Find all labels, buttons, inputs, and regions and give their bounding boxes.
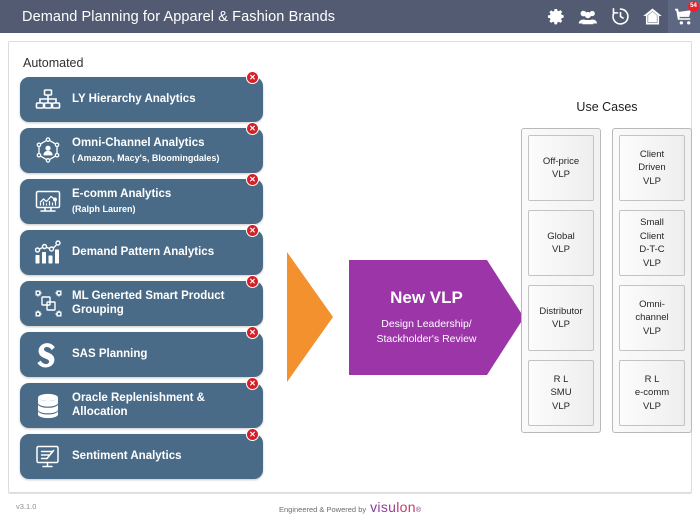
orange-flow-arrow xyxy=(287,252,333,382)
card-title: LY Hierarchy Analytics xyxy=(72,92,196,105)
use-case-box[interactable]: Distributor VLP xyxy=(528,285,594,351)
home-icon[interactable] xyxy=(636,0,668,33)
close-icon[interactable]: ✕ xyxy=(246,275,259,288)
use-cases-title: Use Cases xyxy=(576,100,638,114)
card-text: Sentiment Analytics xyxy=(67,450,190,464)
card-title: Omni-Channel Analytics xyxy=(72,137,205,150)
card-title: ML Generted Smart Product Grouping xyxy=(72,290,225,316)
card-sentiment-analytics[interactable]: Sentiment Analytics ✕ xyxy=(20,428,263,479)
card-title: Oracle Replenishment & Allocation xyxy=(72,392,205,418)
card-subtitle: ( Amazon, Macy's, Bloomingdales) xyxy=(72,152,220,163)
brand-credit: Engineered & Powered by visulon ® xyxy=(279,499,421,515)
use-cases-columns: Off-price VLP Global VLP Distributor VLP… xyxy=(521,128,693,433)
card-text: Demand Pattern Analytics xyxy=(67,246,222,260)
use-case-box[interactable]: Omni- channel VLP xyxy=(619,285,685,351)
cart-badge: 54 xyxy=(688,1,699,12)
app-footer: v3.1.0 Engineered & Powered by visulon ® xyxy=(8,493,692,519)
use-case-box[interactable]: Off-price VLP xyxy=(528,135,594,201)
card-title: SAS Planning xyxy=(72,347,148,360)
close-icon[interactable]: ✕ xyxy=(246,377,259,390)
version-label: v3.1.0 xyxy=(16,502,37,511)
chevron-shape xyxy=(349,260,524,375)
sas-logo-icon xyxy=(29,336,67,374)
header-icon-group: 54 xyxy=(540,0,700,33)
grouping-icon xyxy=(29,285,67,323)
card-subtitle: (Ralph Lauren) xyxy=(72,203,136,214)
omni-channel-icon xyxy=(29,132,67,170)
close-icon[interactable]: ✕ xyxy=(246,428,259,441)
card-oracle-replenishment-allocation[interactable]: Oracle Replenishment & Allocation ✕ xyxy=(20,377,263,428)
close-icon[interactable]: ✕ xyxy=(246,224,259,237)
close-icon[interactable]: ✕ xyxy=(246,326,259,339)
card-title: Demand Pattern Analytics xyxy=(72,245,215,258)
card-text: LY Hierarchy Analytics xyxy=(67,93,204,107)
cart-icon[interactable]: 54 xyxy=(668,0,700,33)
close-icon[interactable]: ✕ xyxy=(246,122,259,135)
gear-icon[interactable] xyxy=(540,0,572,33)
card-ly-hierarchy-analytics[interactable]: LY Hierarchy Analytics ✕ xyxy=(20,71,263,122)
card-text: SAS Planning xyxy=(67,348,155,362)
registered-mark: ® xyxy=(415,507,422,514)
use-case-box[interactable]: Client Driven VLP xyxy=(619,135,685,201)
card-demand-pattern-analytics[interactable]: Demand Pattern Analytics ✕ xyxy=(20,224,263,275)
new-vlp-chevron[interactable]: New VLP Design Leadership/ Stackholder's… xyxy=(349,260,524,375)
database-icon xyxy=(29,387,67,425)
use-case-column-1: Off-price VLP Global VLP Distributor VLP… xyxy=(521,128,601,433)
use-case-column-2: Client Driven VLP Small Client D-T-C VLP… xyxy=(612,128,692,433)
card-text: Oracle Replenishment & Allocation xyxy=(67,392,263,419)
card-omni-channel-analytics[interactable]: Omni-Channel Analytics ( Amazon, Macy's,… xyxy=(20,122,263,173)
content-panel: Automated LY Hierarchy Analytics ✕ Omni-… xyxy=(8,41,692,493)
use-case-box[interactable]: Global VLP xyxy=(528,210,594,276)
automated-section-label: Automated xyxy=(23,56,84,70)
page-title: Demand Planning for Apparel & Fashion Br… xyxy=(22,8,336,25)
card-text: ML Generted Smart Product Grouping xyxy=(67,290,263,317)
app-header: Demand Planning for Apparel & Fashion Br… xyxy=(0,0,700,33)
card-title: E-comm Analytics xyxy=(72,188,172,201)
card-title: Sentiment Analytics xyxy=(72,449,182,462)
use-case-box[interactable]: R L e-comm VLP xyxy=(619,360,685,426)
card-ecomm-analytics[interactable]: E-comm Analytics (Ralph Lauren) ✕ xyxy=(20,173,263,224)
card-ml-smart-product-grouping[interactable]: ML Generted Smart Product Grouping ✕ xyxy=(20,275,263,326)
application-window: Demand Planning for Apparel & Fashion Br… xyxy=(0,0,700,523)
card-text: E-comm Analytics (Ralph Lauren) xyxy=(67,188,179,215)
use-cases-section: Use Cases Off-price VLP Global VLP Distr… xyxy=(521,100,693,433)
card-text: Omni-Channel Analytics ( Amazon, Macy's,… xyxy=(67,137,227,164)
history-icon[interactable] xyxy=(604,0,636,33)
visulon-logo: visulon xyxy=(370,499,416,515)
use-case-box[interactable]: Small Client D-T-C VLP xyxy=(619,210,685,276)
automated-card-list: LY Hierarchy Analytics ✕ Omni-Channel An… xyxy=(20,71,263,485)
powered-by-label: Engineered & Powered by xyxy=(278,505,367,514)
bar-line-chart-icon xyxy=(29,234,67,272)
hierarchy-icon xyxy=(29,81,67,119)
ecomm-monitor-icon xyxy=(29,183,67,221)
card-sas-planning[interactable]: SAS Planning ✕ xyxy=(20,326,263,377)
close-icon[interactable]: ✕ xyxy=(246,173,259,186)
users-icon[interactable] xyxy=(572,0,604,33)
close-icon[interactable]: ✕ xyxy=(246,71,259,84)
use-case-box[interactable]: R L SMU VLP xyxy=(528,360,594,426)
sentiment-monitor-icon xyxy=(29,438,67,476)
